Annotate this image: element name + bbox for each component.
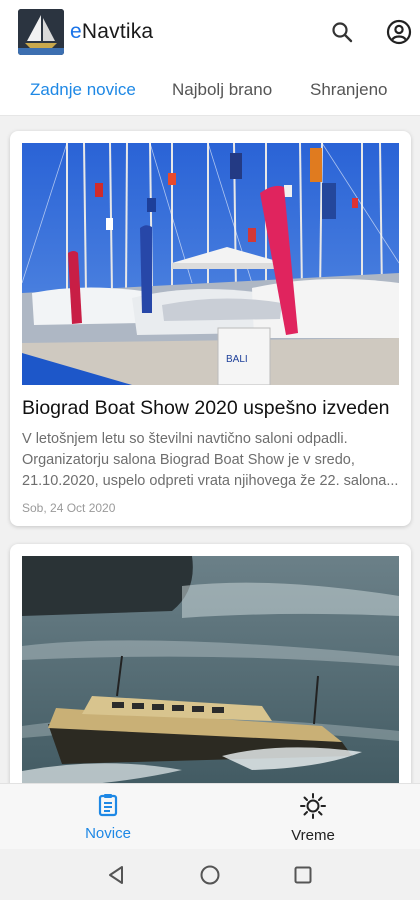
back-icon: [109, 866, 123, 884]
article-title[interactable]: Biograd Boat Show 2020 uspešno izveden: [22, 397, 402, 420]
tab-zadnje-novice[interactable]: Zadnje novice: [30, 80, 136, 100]
app-bar: eNavtika: [0, 0, 420, 66]
search-button[interactable]: [327, 17, 357, 47]
article-image-boat-show: BALI: [22, 143, 399, 385]
bottom-navigation: Novice Vreme: [0, 783, 420, 849]
news-icon: [98, 794, 118, 817]
nav-vreme-label: Vreme: [291, 827, 335, 844]
home-button[interactable]: [199, 864, 221, 886]
news-feed[interactable]: BALI Biograd Boat Show 2020 uspešno izve…: [0, 117, 420, 783]
back-button[interactable]: [106, 864, 128, 886]
nav-novice-label: Novice: [85, 825, 131, 842]
nav-vreme[interactable]: Vreme: [253, 792, 373, 844]
article-image-ferry-storm: [22, 556, 399, 783]
recents-icon: [294, 866, 312, 884]
app-logo: [18, 9, 64, 55]
home-icon: [200, 865, 220, 885]
article-card[interactable]: BALI Biograd Boat Show 2020 uspešno izve…: [10, 131, 411, 526]
nav-novice[interactable]: Novice: [48, 792, 168, 842]
account-button[interactable]: [384, 17, 414, 47]
tab-bar: Zadnje novice Najbolj brano Shranjeno: [0, 66, 420, 116]
article-card[interactable]: [10, 544, 411, 783]
system-navigation-bar: [0, 850, 420, 900]
app-title: eNavtika: [70, 20, 154, 43]
account-icon: [386, 19, 412, 45]
article-date: Sob, 24 Oct 2020: [22, 501, 116, 515]
tab-najbolj-brano[interactable]: Najbolj brano: [172, 80, 272, 100]
recents-button[interactable]: [292, 864, 314, 886]
weather-sun-icon: [300, 793, 326, 819]
article-excerpt: V letošnjem letu so številni navtično sa…: [22, 431, 399, 489]
search-icon: [332, 22, 353, 43]
svg-text:BALI: BALI: [226, 354, 248, 365]
tab-shranjeno[interactable]: Shranjeno: [310, 80, 388, 100]
